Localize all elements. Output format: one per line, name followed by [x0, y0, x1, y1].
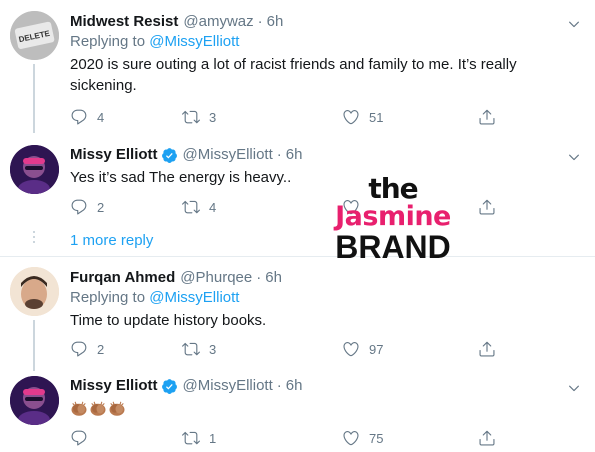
- reply-icon: [70, 429, 88, 447]
- reply-count: 2: [97, 341, 105, 357]
- display-name[interactable]: Missy Elliott: [70, 145, 158, 165]
- display-name[interactable]: Midwest Resist: [70, 12, 178, 32]
- avatar[interactable]: DELETE: [10, 11, 59, 60]
- like-count: 51: [369, 109, 384, 125]
- clapping-hands-icon: [70, 400, 88, 418]
- mention-link[interactable]: @MissyElliott: [149, 289, 239, 306]
- thread-dots: [33, 231, 35, 246]
- display-name[interactable]: Missy Elliott: [70, 376, 158, 396]
- thread-line: [33, 320, 35, 371]
- watermark-logo: the Jasmine BRAND: [318, 172, 468, 265]
- user-handle[interactable]: @Phurqee: [180, 268, 252, 288]
- user-handle[interactable]: @MissyElliott: [183, 145, 273, 165]
- retweet-icon: [182, 340, 200, 358]
- replying-to-label: Replying to: [70, 289, 146, 306]
- share-button[interactable]: [478, 198, 505, 216]
- separator-dot: ·: [276, 146, 282, 163]
- reply-count: 2: [97, 199, 105, 215]
- retweet-button[interactable]: 4: [182, 198, 216, 216]
- mention-link[interactable]: @MissyElliott: [149, 33, 239, 50]
- clapping-hands-icon: [108, 400, 126, 418]
- like-count: 97: [369, 341, 384, 357]
- watermark-line-the: the: [368, 172, 418, 205]
- share-button[interactable]: [478, 429, 505, 447]
- replying-to: Replying to @MissyElliott: [70, 288, 575, 308]
- retweet-icon: [182, 429, 200, 447]
- retweet-icon: [182, 198, 200, 216]
- avatar-image: [10, 376, 59, 425]
- share-icon: [478, 429, 496, 447]
- replying-to: Replying to @MissyElliott: [70, 32, 575, 52]
- user-handle[interactable]: @MissyElliott: [183, 376, 273, 396]
- like-button[interactable]: 97: [342, 340, 383, 358]
- like-count: 75: [369, 430, 384, 446]
- separator-dot: ·: [257, 13, 263, 30]
- watermark-line-jasmine: Jasmine: [335, 201, 451, 232]
- chevron-down-icon[interactable]: [567, 381, 581, 395]
- display-name[interactable]: Furqan Ahmed: [70, 268, 175, 288]
- avatar[interactable]: [10, 376, 59, 425]
- tweet-furqan-ahmed[interactable]: Furqan Ahmed @Phurqee · 6h Replying to @…: [0, 257, 595, 371]
- avatar[interactable]: [10, 145, 59, 194]
- verified-badge-icon: [161, 147, 178, 164]
- watermark-line-brand: BRAND: [335, 229, 451, 265]
- retweet-button[interactable]: 3: [182, 340, 216, 358]
- avatar-image: [10, 267, 59, 316]
- reply-button[interactable]: 2: [70, 340, 104, 358]
- reply-button[interactable]: 4: [70, 108, 104, 126]
- like-icon: [342, 340, 360, 358]
- share-icon: [478, 108, 496, 126]
- share-button[interactable]: [478, 108, 505, 126]
- reply-icon: [70, 198, 88, 216]
- retweet-count: 3: [209, 109, 217, 125]
- avatar[interactable]: [10, 267, 59, 316]
- like-icon: [342, 108, 360, 126]
- verified-badge-icon: [161, 378, 178, 395]
- timestamp[interactable]: 6h: [267, 12, 284, 32]
- retweet-count: 3: [209, 341, 217, 357]
- replying-to-label: Replying to: [70, 33, 146, 50]
- share-button[interactable]: [478, 340, 505, 358]
- tweet-emoji: [70, 400, 575, 418]
- retweet-count: 1: [209, 430, 217, 446]
- tweet-text: Time to update history books.: [70, 312, 267, 329]
- tweet-text: 2020 is sure outing a lot of racist frie…: [70, 56, 517, 94]
- like-button[interactable]: 51: [342, 108, 383, 126]
- retweet-count: 4: [209, 199, 217, 215]
- timestamp[interactable]: 6h: [286, 145, 303, 165]
- reply-button[interactable]: [70, 429, 97, 447]
- timestamp[interactable]: 6h: [286, 376, 303, 396]
- retweet-icon: [182, 108, 200, 126]
- thread-line: [33, 64, 35, 133]
- user-handle[interactable]: @amywaz: [183, 12, 253, 32]
- avatar-delete-image: DELETE: [10, 11, 59, 60]
- separator-dot: ·: [276, 377, 282, 394]
- share-icon: [478, 198, 496, 216]
- chevron-down-icon[interactable]: [567, 17, 581, 31]
- reply-icon: [70, 340, 88, 358]
- more-replies-link[interactable]: 1 more reply: [70, 232, 153, 249]
- retweet-button[interactable]: 3: [182, 108, 216, 126]
- reply-icon: [70, 108, 88, 126]
- retweet-button[interactable]: 1: [182, 429, 216, 447]
- separator-dot: ·: [256, 269, 262, 286]
- tweet-missy-elliott-1[interactable]: Missy Elliott @MissyElliott · 6h Yes it’…: [0, 133, 595, 255]
- like-button[interactable]: 75: [342, 429, 383, 447]
- timestamp[interactable]: 6h: [265, 268, 282, 288]
- avatar-image: [10, 145, 59, 194]
- share-icon: [478, 340, 496, 358]
- reply-count: 4: [97, 109, 105, 125]
- like-icon: [342, 429, 360, 447]
- tweet-midwest-resist[interactable]: DELETE Midwest Resist @amywaz · 6h Reply…: [0, 0, 595, 133]
- reply-button[interactable]: 2: [70, 198, 104, 216]
- clapping-hands-icon: [89, 400, 107, 418]
- chevron-down-icon[interactable]: [567, 150, 581, 164]
- tweet-missy-elliott-2[interactable]: Missy Elliott @MissyElliott · 6h 1 75: [0, 371, 595, 452]
